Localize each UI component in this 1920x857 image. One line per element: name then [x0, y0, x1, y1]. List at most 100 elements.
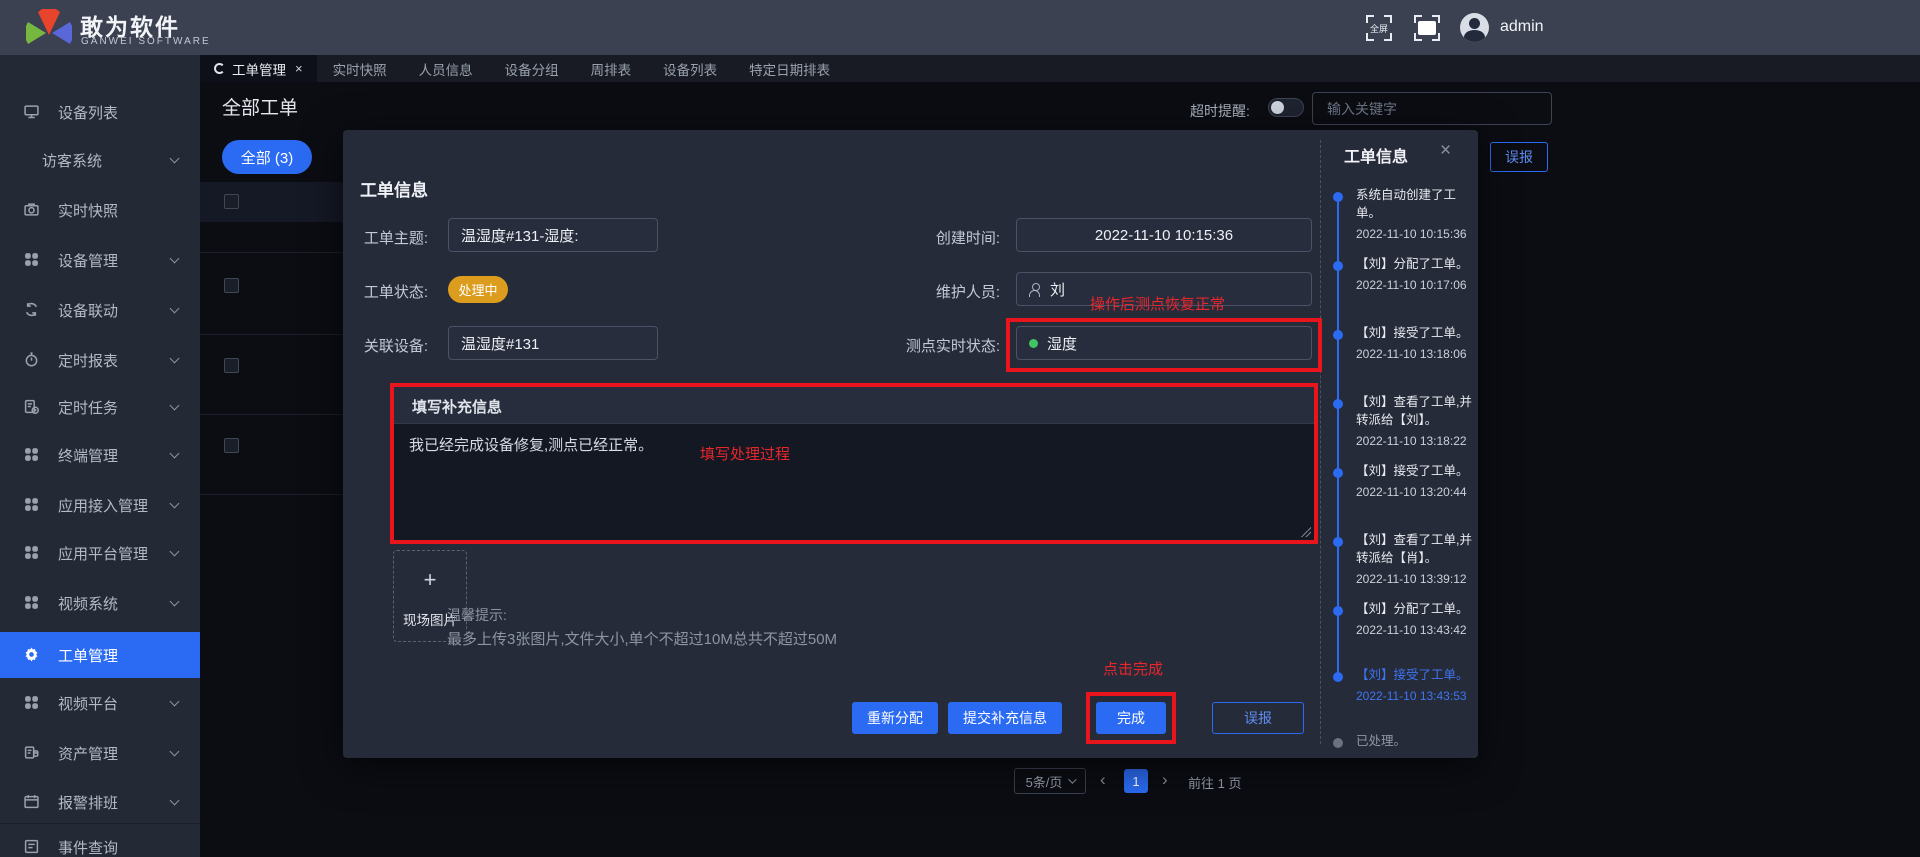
chevron-down-icon [169, 353, 180, 364]
next-page-button[interactable]: › [1162, 770, 1168, 790]
timer-icon [25, 352, 38, 367]
assignee-label: 维护人员: [935, 284, 1000, 301]
timeline-entry: 已处理。 [1356, 734, 1407, 748]
timeout-reminder-label: 超时提醒: [1190, 103, 1250, 119]
sidebar-item-event-query[interactable]: 事件查询 [0, 823, 200, 857]
created-label: 创建时间: [935, 230, 1000, 247]
sidebar-item-app-platform-mgmt[interactable]: 应用平台管理 [0, 530, 200, 576]
tab-close-icon[interactable]: × [295, 61, 303, 76]
supplement-textarea[interactable]: 我已经完成设备修复,测点已经正常。 [409, 435, 1269, 458]
sidebar-item-workorder-mgmt[interactable]: 工单管理 [0, 632, 200, 678]
row-checkbox[interactable] [224, 278, 239, 293]
timeline-entry: 【刘】接受了工单。 2022-11-10 13:20:44 [1356, 464, 1469, 500]
sidebar-item-video-system[interactable]: 视频系统 [0, 580, 200, 626]
chevron-down-icon [169, 400, 180, 411]
timeline-divider [1320, 140, 1321, 744]
document-icon [24, 839, 39, 854]
timeline-dot [1333, 192, 1343, 202]
close-icon[interactable]: × [1440, 140, 1451, 162]
tab-realtime-snapshot[interactable]: 实时快照 [317, 55, 403, 82]
timeline-entry-highlighted: 【刘】接受了工单。 2022-11-10 13:43:53 [1356, 668, 1469, 704]
timeline-entry: 系统自动创建了工单。 2022-11-10 10:15:36 [1356, 188, 1467, 242]
tab-special-date-schedule[interactable]: 特定日期排表 [733, 55, 846, 82]
search-input[interactable] [1312, 92, 1552, 125]
prev-page-button[interactable]: ‹ [1100, 770, 1106, 790]
brand-subtitle: GANWEI SOFTWARE [81, 36, 211, 47]
reassign-button[interactable]: 重新分配 [852, 702, 938, 734]
misreport-button[interactable]: 误报 [1212, 702, 1304, 734]
upload-tip-text: 最多上传3张图片,文件大小,单个不超过10M总共不超过50M [447, 631, 838, 648]
timeline-entry: 【刘】分配了工单。 2022-11-10 13:43:42 [1356, 602, 1469, 638]
timeline-dot [1333, 468, 1343, 478]
page-size-select[interactable]: 5条/页 [1014, 768, 1086, 794]
goto-page[interactable]: 前往 1 页 [1188, 773, 1241, 792]
chevron-down-icon [169, 448, 180, 459]
complete-button[interactable]: 完成 [1096, 702, 1166, 734]
current-page[interactable]: 1 [1124, 769, 1148, 793]
gear-icon [25, 647, 38, 662]
calendar-icon [24, 795, 39, 809]
person-icon [1029, 282, 1041, 297]
subject-input[interactable]: 温湿度#131-湿度: [448, 218, 658, 252]
tab-personnel-info[interactable]: 人员信息 [403, 55, 489, 82]
chevron-down-icon [169, 303, 180, 314]
asset-icon [24, 746, 39, 759]
sidebar-item-device-mgmt[interactable]: 设备管理 [0, 237, 200, 283]
sidebar-item-app-access-mgmt[interactable]: 应用接入管理 [0, 482, 200, 528]
username[interactable]: admin [1500, 18, 1544, 36]
avatar[interactable] [1460, 13, 1489, 42]
monitor-icon [24, 105, 39, 119]
chevron-down-icon [169, 153, 180, 164]
timeout-toggle[interactable] [1268, 98, 1304, 117]
point-status-input[interactable]: 湿度 [1016, 326, 1312, 360]
submit-supplement-button[interactable]: 提交补充信息 [948, 702, 1062, 734]
misreport-top-button[interactable]: 误报 [1490, 142, 1548, 172]
annotation-complete-note: 点击完成 [1103, 661, 1164, 678]
timeline-entry: 【刘】查看了工单,并转派给【肖】。 2022-11-10 13:39:12 [1356, 533, 1472, 587]
task-icon [24, 399, 39, 414]
chevron-down-icon [169, 546, 180, 557]
capture-icon[interactable] [1414, 15, 1440, 41]
tab-bar: 工单管理 × 实时快照 人员信息 设备分组 周排表 设备列表 特定日期排表 [200, 55, 1920, 82]
timeline-dot [1333, 399, 1343, 409]
tab-device-group[interactable]: 设备分组 [489, 55, 575, 82]
grid-icon [25, 448, 38, 461]
timeline-entry: 【刘】接受了工单。 2022-11-10 13:18:06 [1356, 326, 1469, 362]
created-time-input[interactable]: 2022-11-10 10:15:36 [1016, 218, 1312, 252]
filter-all-pill[interactable]: 全部 (3) [222, 140, 312, 174]
chevron-down-icon [169, 253, 180, 264]
sidebar-item-device-list[interactable]: 设备列表 [0, 89, 200, 135]
device-label: 关联设备: [363, 338, 428, 355]
status-badge: 处理中 [448, 276, 508, 303]
sidebar-item-asset-mgmt[interactable]: 资产管理 [0, 730, 200, 776]
sidebar-item-alarm-schedule[interactable]: 报警排班 [0, 779, 200, 825]
sidebar-item-terminal-mgmt[interactable]: 终端管理 [0, 432, 200, 478]
subject-label: 工单主题: [363, 230, 428, 247]
sidebar-item-device-linkage[interactable]: 设备联动 [0, 287, 200, 333]
resize-handle-icon[interactable] [1301, 527, 1311, 537]
timeline-dot [1333, 606, 1343, 616]
fullscreen-icon[interactable]: 全屏 [1366, 15, 1392, 41]
green-status-dot [1029, 338, 1038, 348]
tab-device-list[interactable]: 设备列表 [647, 55, 733, 82]
annotation-fill-note: 填写处理过程 [700, 446, 791, 463]
refresh-icon[interactable] [214, 63, 225, 74]
chevron-down-icon [169, 498, 180, 509]
sidebar-item-visitor-system[interactable]: 访客系统 [0, 137, 200, 183]
sidebar-item-timed-report[interactable]: 定时报表 [0, 337, 200, 383]
row-checkbox[interactable] [224, 358, 239, 373]
device-input[interactable]: 温湿度#131 [448, 326, 658, 360]
sidebar-item-timed-task[interactable]: 定时任务 [0, 384, 200, 430]
dialog-title: 工单信息 [360, 181, 428, 200]
select-all-checkbox[interactable] [224, 194, 239, 209]
tab-workorder-active[interactable]: 工单管理 × [200, 55, 317, 82]
row-checkbox[interactable] [224, 438, 239, 453]
sidebar-item-video-platform[interactable]: 视频平台 [0, 680, 200, 726]
grid-icon [25, 253, 38, 266]
sidebar-item-realtime-snapshot[interactable]: 实时快照 [0, 187, 200, 233]
app-root: 敢为软件 GANWEI SOFTWARE 全屏 admin 工单管理 × 实时快… [0, 0, 1920, 857]
tab-week-schedule[interactable]: 周排表 [575, 55, 648, 82]
timeline-dot [1333, 261, 1343, 271]
timeline-dot [1333, 537, 1343, 547]
upload-tip-title: 温馨提示: [447, 607, 507, 623]
